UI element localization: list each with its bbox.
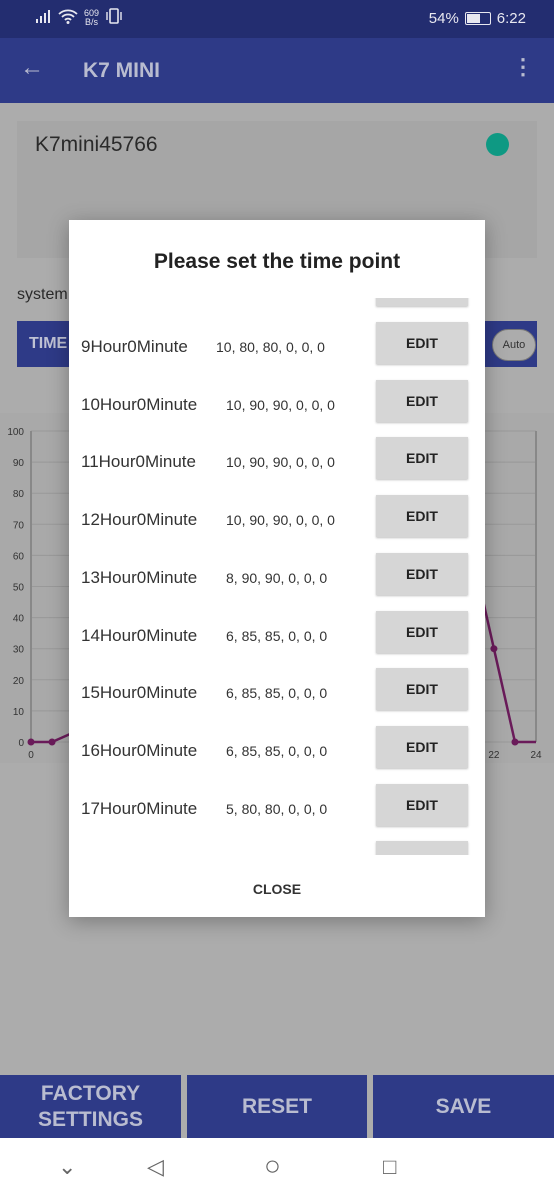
home-icon[interactable]: ○ — [264, 1150, 281, 1182]
channel-values: 10, 90, 90, 0, 0, 0 — [226, 512, 335, 529]
wifi-icon — [58, 8, 78, 28]
data-point — [27, 738, 35, 746]
time-label: 13Hour0Minute — [81, 567, 198, 587]
reset-button[interactable]: RESET — [187, 1075, 367, 1138]
net-speed-unit: B/s — [85, 17, 99, 27]
channel-values: 10, 80, 80, 0, 0, 0 — [216, 339, 325, 355]
time-point-list[interactable]: 9Hour0Minute 10, 80, 80, 0, 0, 0 EDIT 10Hou… — [69, 298, 485, 855]
device-name: K7mini45766 — [35, 133, 158, 156]
x-tick-label: 24 — [530, 750, 542, 761]
channel-values: 6, 85, 85, 0, 0, 0 — [226, 742, 328, 759]
y-tick-label: 70 — [13, 520, 25, 531]
list-item: 16Hour0Minute 6, 85, 85, 0, 0, 0 EDIT — [69, 723, 485, 781]
x-tick-label: 22 — [488, 750, 500, 761]
edit-button[interactable] — [376, 841, 468, 855]
vibrate-icon — [105, 8, 123, 28]
edit-button[interactable]: EDIT — [376, 610, 468, 653]
edit-button[interactable] — [376, 298, 468, 306]
edit-button[interactable]: EDIT — [376, 783, 468, 826]
time-label: 9Hour0Minute — [81, 337, 188, 356]
time-label: 16Hour0Minute — [81, 740, 198, 760]
y-tick-label: 60 — [13, 551, 25, 562]
channel-values: 10, 90, 90, 0, 0, 0 — [226, 454, 335, 471]
edit-button[interactable]: EDIT — [376, 322, 468, 364]
list-item: 12Hour0Minute 10, 90, 90, 0, 0, 0 EDIT — [69, 492, 485, 550]
back-icon[interactable]: ◁ — [147, 1154, 164, 1180]
time-label: 17Hour0Minute — [81, 798, 198, 818]
signal-icon — [36, 9, 52, 27]
nav-bar: ⌄ ◁ ○ □ — [0, 1138, 554, 1200]
recent-apps-icon[interactable]: □ — [383, 1154, 396, 1180]
y-tick-label: 40 — [13, 614, 25, 625]
edit-button[interactable]: EDIT — [376, 437, 468, 480]
status-bar: 609 B/s 54% 6:22 — [0, 0, 554, 38]
channel-values: 10, 90, 90, 0, 0, 0 — [226, 396, 335, 413]
y-tick-label: 80 — [13, 489, 25, 500]
edit-button[interactable]: EDIT — [376, 668, 468, 711]
page-title: K7 MINI — [83, 59, 161, 82]
battery-percent: 54% — [428, 10, 459, 27]
dialog-title: Please set the time point — [153, 250, 401, 273]
time-label: 10Hour0Minute — [81, 394, 198, 414]
connection-status-dot — [486, 133, 509, 156]
y-tick-label: 100 — [7, 427, 24, 438]
data-point — [48, 738, 56, 746]
edit-button[interactable]: EDIT — [376, 379, 468, 422]
close-button[interactable]: CLOSE — [69, 881, 485, 897]
app-bar: ← K7 MINI ⋮ — [0, 38, 554, 103]
list-item-partial — [69, 298, 485, 319]
edit-button[interactable]: EDIT — [376, 725, 468, 768]
system-label: system — [17, 286, 68, 303]
time-label: 14Hour0Minute — [81, 625, 198, 645]
time-point-dialog: Please set the time point 9Hour0Minute 10… — [69, 220, 485, 917]
save-button[interactable]: SAVE — [373, 1075, 554, 1138]
channel-values: 8, 90, 90, 0, 0, 0 — [226, 569, 328, 586]
channel-values: 6, 85, 85, 0, 0, 0 — [226, 627, 328, 644]
time-label: 15Hour0Minute — [81, 683, 198, 703]
list-item: 11Hour0Minute 10, 90, 90, 0, 0, 0 EDIT — [69, 434, 485, 492]
channel-values: 6, 85, 85, 0, 0, 0 — [226, 685, 328, 702]
auto-toggle[interactable]: Auto — [492, 329, 536, 361]
list-item: 9Hour0Minute 10, 80, 80, 0, 0, 0 EDIT — [69, 319, 485, 377]
list-item: 17Hour0Minute 5, 80, 80, 0, 0, 0 EDIT — [69, 781, 485, 839]
y-tick-label: 20 — [13, 676, 25, 687]
arrow-left-icon[interactable]: ← — [20, 54, 44, 82]
chevron-down-icon[interactable]: ⌄ — [58, 1154, 76, 1180]
edit-button[interactable]: EDIT — [376, 552, 468, 595]
battery-icon — [464, 12, 491, 25]
time-tab[interactable]: TIME — [29, 335, 67, 353]
more-vert-icon[interactable]: ⋮ — [512, 54, 534, 80]
time-label: 12Hour0Minute — [81, 510, 198, 530]
list-item-partial — [69, 838, 485, 855]
data-point — [511, 738, 519, 746]
y-tick-label: 50 — [13, 583, 25, 594]
y-tick-label: 30 — [13, 645, 25, 656]
list-item: 15Hour0Minute 6, 85, 85, 0, 0, 0 EDIT — [69, 665, 485, 723]
clock: 6:22 — [496, 10, 526, 27]
x-tick-label: 0 — [28, 750, 34, 761]
y-tick-label: 90 — [13, 458, 25, 469]
channel-values: 5, 80, 80, 0, 0, 0 — [226, 800, 328, 817]
list-item: 10Hour0Minute 10, 90, 90, 0, 0, 0 EDIT — [69, 377, 485, 435]
list-item: 13Hour0Minute 8, 90, 90, 0, 0, 0 EDIT — [69, 550, 485, 608]
time-label: 11Hour0Minute — [81, 452, 196, 472]
factory-settings-button[interactable]: FACTORY SETTINGS — [0, 1075, 181, 1138]
y-tick-label: 0 — [18, 738, 24, 749]
data-point — [490, 645, 498, 653]
edit-button[interactable]: EDIT — [376, 495, 468, 538]
list-item: 14Hour0Minute 6, 85, 85, 0, 0, 0 EDIT — [69, 608, 485, 666]
y-tick-label: 10 — [13, 707, 25, 718]
net-speed: 609 B/s — [84, 9, 99, 27]
